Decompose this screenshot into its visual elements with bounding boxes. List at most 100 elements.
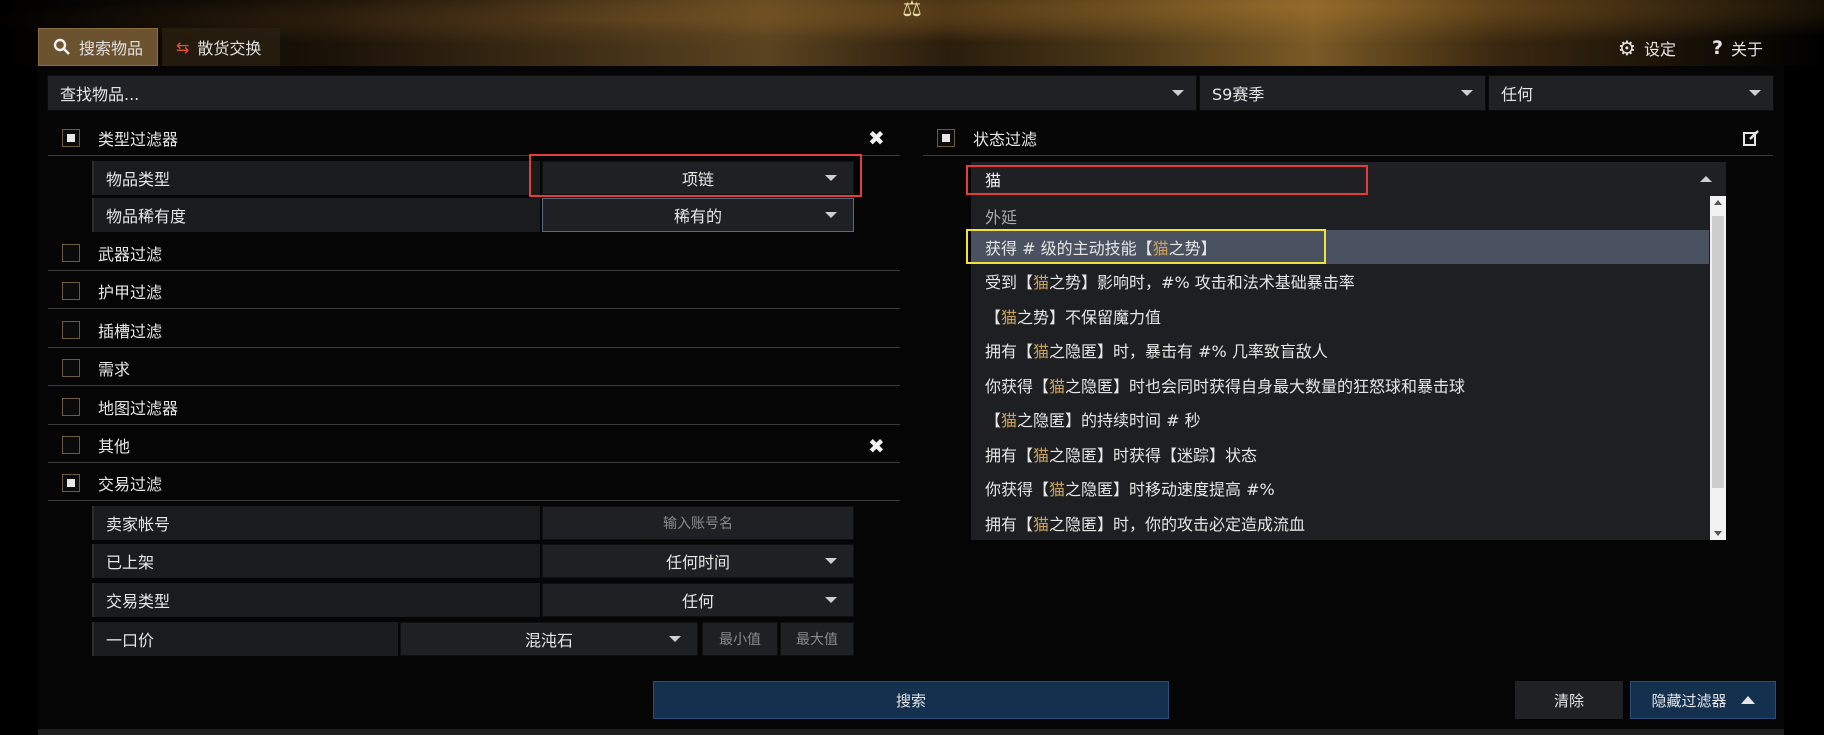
sale-type-select[interactable]: 任何 [542, 583, 854, 617]
clear-button-label: 清除 [1553, 691, 1584, 710]
currency-value: 混沌石 [524, 631, 573, 650]
option-text: 之势】不保留魔力值 [1017, 308, 1162, 327]
stat-filter-checkbox[interactable] [937, 129, 955, 147]
chevron-down-icon [825, 597, 837, 603]
option-text: 之隐匿】时获得【迷踪】状态 [1049, 446, 1258, 465]
listed-select[interactable]: 任何时间 [542, 544, 854, 578]
rarity-select[interactable]: 稀有的 [542, 198, 854, 232]
filter-group-checkbox[interactable] [62, 244, 80, 262]
league-select[interactable]: S9赛季 [1199, 75, 1486, 111]
stat-option[interactable]: 【猫之隐匿】的持续时间 # 秒 [971, 402, 1709, 436]
filter-group-armour[interactable]: 护甲过滤 [62, 275, 162, 307]
chevron-down-icon [825, 212, 837, 218]
seller-account-input[interactable]: 输入账号名 [542, 506, 854, 540]
option-keyword: 猫 [1033, 342, 1050, 361]
listed-label: 已上架 [92, 544, 540, 578]
clear-button[interactable]: 清除 [1515, 681, 1623, 719]
dropdown-scrollbar[interactable] [1710, 196, 1726, 540]
settings-label: 设定 [1643, 40, 1676, 59]
divider [48, 462, 900, 463]
about-link[interactable]: ? 关于 [1712, 36, 1763, 60]
option-text: 你获得【 [985, 377, 1050, 396]
filter-group-misc[interactable]: 其他 [62, 429, 130, 461]
divider [48, 500, 900, 501]
option-keyword: 猫 [1049, 377, 1066, 396]
filter-group-checkbox[interactable] [62, 282, 80, 300]
min-price-input[interactable]: 最小值 [702, 622, 778, 656]
edit-icon[interactable] [1742, 129, 1760, 147]
hide-filters-button[interactable]: 隐藏过滤器 [1630, 681, 1776, 719]
divider [48, 424, 900, 425]
option-keyword: 猫 [1001, 411, 1018, 430]
trade-filter-checkbox[interactable] [62, 474, 80, 492]
filter-group-label: 其他 [98, 437, 131, 456]
stat-option[interactable]: 你获得【猫之隐匿】时移动速度提高 #% [971, 471, 1709, 505]
stat-option[interactable]: 你获得【猫之隐匿】时也会同时获得自身最大数量的狂怒球和暴击球 [971, 368, 1709, 402]
stat-option[interactable]: 拥有【猫之隐匿】时，暴击有 #% 几率致盲敌人 [971, 333, 1709, 367]
filter-group-label: 地图过滤器 [98, 399, 179, 418]
type-filter-header[interactable]: 类型过滤器 [62, 122, 178, 154]
option-text: 拥有【 [985, 446, 1034, 465]
trade-filter-header[interactable]: 交易过滤 [62, 467, 162, 499]
filter-group-checkbox[interactable] [62, 398, 80, 416]
rarity-value: 稀有的 [673, 207, 722, 226]
stat-option[interactable]: 受到【猫之势】影响时，#% 攻击和法术基础暴击率 [971, 264, 1709, 298]
settings-link[interactable]: ⚙ 设定 [1618, 36, 1676, 60]
divider [48, 308, 900, 309]
rarity-label: 物品稀有度 [92, 198, 540, 232]
divider [48, 270, 900, 271]
filter-group-weapon[interactable]: 武器过滤 [62, 237, 162, 269]
tab-search-items[interactable]: 搜索物品 [38, 28, 158, 66]
option-text: 之隐匿】时，暴击有 #% 几率致盲敌人 [1049, 342, 1328, 361]
option-text: 之隐匿】时也会同时获得自身最大数量的狂怒球和暴击球 [1065, 377, 1466, 396]
stat-filter-title: 状态过滤 [973, 130, 1038, 149]
item-search-input[interactable]: 查找物品... [47, 75, 1197, 111]
about-label: 关于 [1731, 40, 1764, 59]
scale-logo-icon: ⚖ [902, 0, 922, 22]
currency-select[interactable]: 混沌石 [400, 622, 698, 656]
status-value: 任何 [1501, 85, 1534, 104]
filter-group-map[interactable]: 地图过滤器 [62, 391, 178, 423]
tab-bulk-exchange[interactable]: ⇆ 散货交换 [162, 28, 280, 66]
option-keyword: 猫 [1001, 308, 1018, 327]
search-button[interactable]: 搜索 [653, 681, 1169, 719]
close-icon[interactable]: ✖ [868, 128, 885, 148]
filter-group-checkbox[interactable] [62, 359, 80, 377]
option-keyword: 猫 [1049, 480, 1066, 499]
filter-group-checkbox[interactable] [62, 436, 80, 454]
scroll-up-arrow-icon[interactable] [1714, 200, 1722, 205]
tab-bulk-label: 散货交换 [197, 39, 262, 58]
stat-option[interactable]: 拥有【猫之隐匿】时，你的攻击必定造成流血 [971, 506, 1709, 540]
filter-group-label: 武器过滤 [98, 245, 163, 264]
highlight-stat-query [966, 165, 1368, 195]
item-type-label: 物品类型 [92, 161, 540, 195]
type-filter-checkbox[interactable] [62, 129, 80, 147]
filter-group-socket[interactable]: 插槽过滤 [62, 314, 162, 346]
divider [923, 155, 1773, 156]
hide-filters-label: 隐藏过滤器 [1651, 691, 1727, 710]
filter-group-checkbox[interactable] [62, 321, 80, 339]
dropdown-category-header: 外延 [985, 208, 1018, 227]
option-text: 拥有【 [985, 342, 1034, 361]
highlight-item-type [529, 154, 862, 197]
chevron-down-icon [1172, 90, 1184, 96]
stat-option[interactable]: 【猫之势】不保留魔力值 [971, 299, 1709, 333]
option-text: 受到【 [985, 273, 1034, 292]
option-text: 拥有【 [985, 515, 1034, 534]
scroll-down-arrow-icon[interactable] [1714, 531, 1722, 536]
tab-search-label: 搜索物品 [79, 39, 144, 58]
stat-option[interactable]: 拥有【猫之隐匿】时获得【迷踪】状态 [971, 437, 1709, 471]
sale-type-value: 任何 [681, 592, 714, 611]
chevron-down-icon [669, 636, 681, 642]
sale-type-label: 交易类型 [92, 583, 540, 617]
max-price-input[interactable]: 最大值 [780, 622, 854, 656]
item-search-placeholder: 查找物品... [60, 85, 140, 104]
filter-group-label: 需求 [98, 360, 131, 379]
scrollbar-thumb[interactable] [1712, 216, 1724, 488]
chevron-down-icon [1461, 90, 1473, 96]
filter-group-requirements[interactable]: 需求 [62, 352, 130, 384]
chevron-up-icon [1740, 696, 1755, 704]
status-select[interactable]: 任何 [1488, 75, 1774, 111]
close-icon[interactable]: ✖ [868, 436, 885, 456]
stat-filter-header[interactable]: 状态过滤 [937, 122, 1037, 154]
